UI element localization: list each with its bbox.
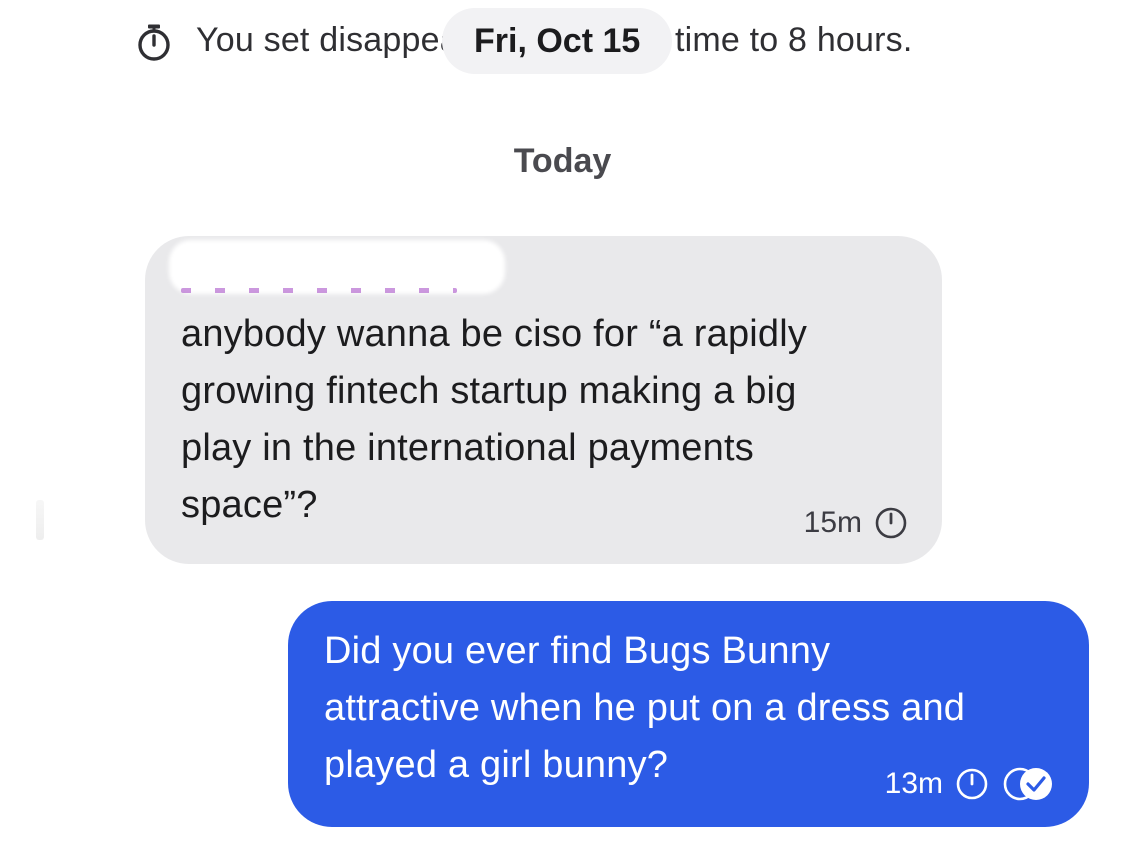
- stopwatch-icon: [134, 22, 174, 62]
- redacted-sender-name: [169, 240, 505, 294]
- incoming-message-bubble[interactable]: anybody wanna be ciso for “a rapidly gro…: [145, 236, 942, 564]
- incoming-message-time: 15m: [803, 506, 862, 539]
- date-label: Fri, Oct 15: [474, 21, 641, 60]
- outgoing-message-bubble[interactable]: Did you ever find Bugs Bunny attractive …: [288, 601, 1089, 827]
- disappearing-timer-icon: [955, 767, 989, 801]
- outgoing-message-meta: 13m: [885, 765, 1055, 803]
- disappearing-timer-icon: [874, 506, 908, 540]
- section-header: Today: [513, 142, 612, 180]
- redacted-sender-trace: [181, 288, 457, 293]
- incoming-message-text: anybody wanna be ciso for “a rapidly gro…: [181, 313, 808, 526]
- outgoing-message-time: 13m: [884, 767, 943, 800]
- edge-artifact: [36, 500, 44, 540]
- date-pill: Fri, Oct 15: [442, 8, 673, 74]
- delivered-read-icon: [1001, 765, 1055, 803]
- incoming-message-meta: 15m: [804, 506, 908, 540]
